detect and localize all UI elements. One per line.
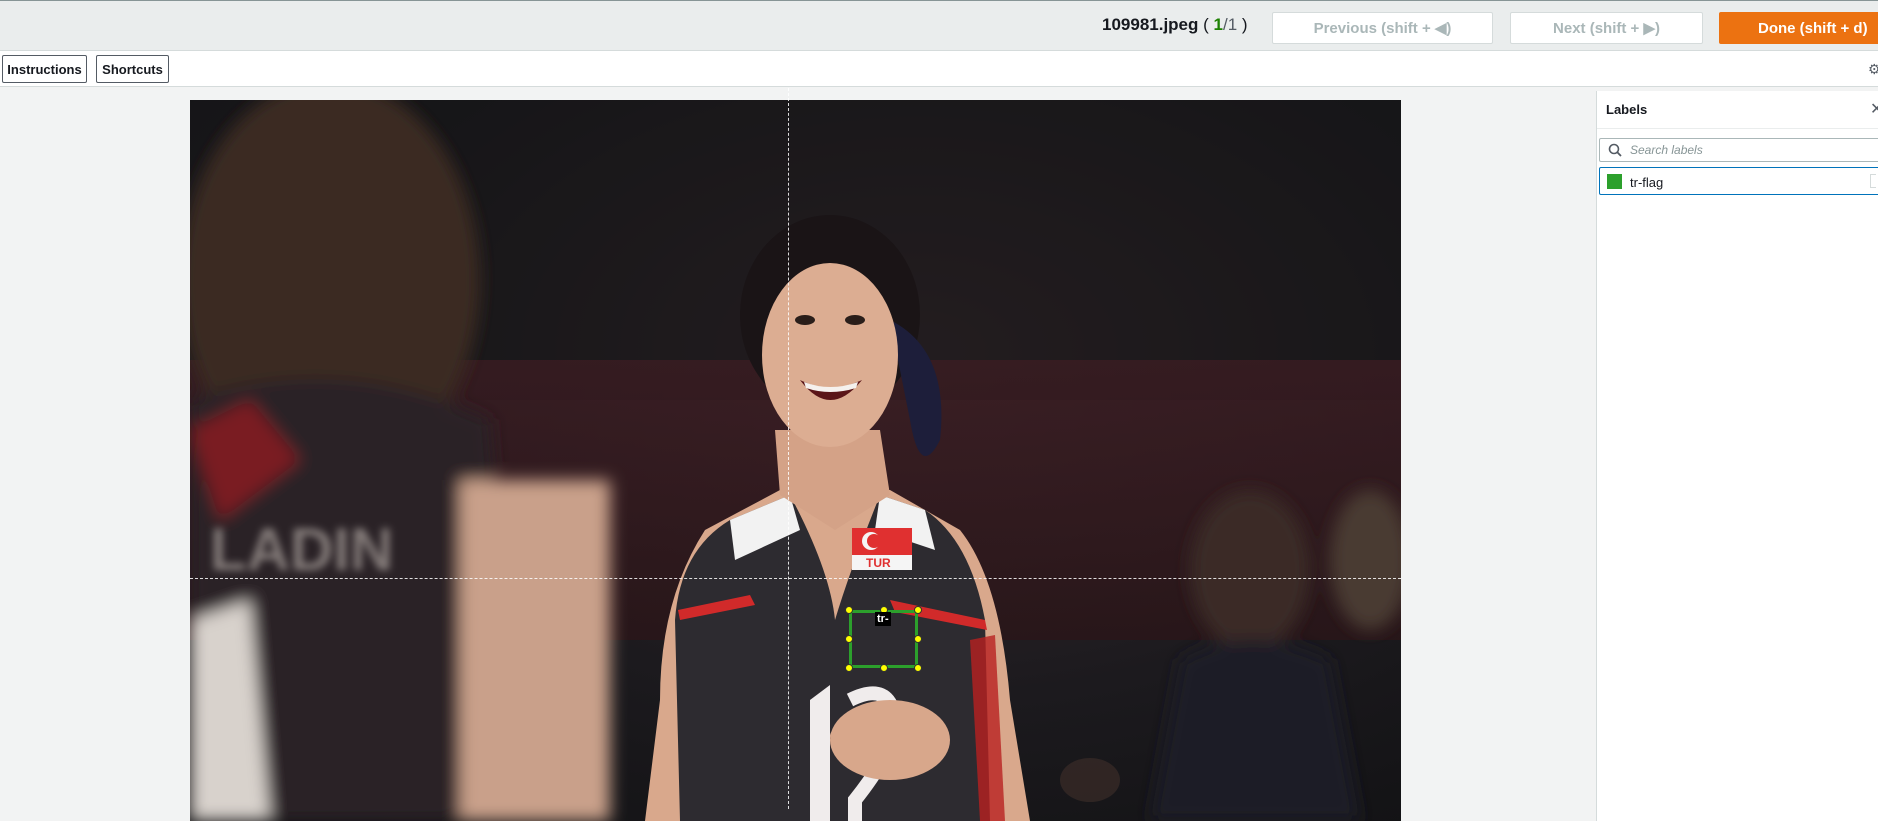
canvas-area[interactable]: LADIN TUR [0,88,1596,821]
file-info: 109981.jpeg ( 1/1 ) [1102,15,1248,35]
image-canvas[interactable]: LADIN TUR [190,100,1401,821]
counter-open: ( [1198,15,1214,34]
resize-handle-top-right[interactable] [914,606,922,614]
svg-text:TUR: TUR [866,556,891,570]
crosshair-horizontal [190,578,1401,579]
volleyball-player-photo: LADIN TUR [190,100,1401,821]
label-color-swatch [1607,174,1622,189]
counter-total: 1 [1227,15,1238,34]
settings-icon[interactable]: ⚙ [1868,61,1878,75]
labels-panel-title: Labels [1606,102,1648,117]
resize-handle-top-left[interactable] [845,606,853,614]
counter-close: ) [1237,15,1248,34]
search-labels-field[interactable] [1599,138,1878,162]
resize-handle-bottom[interactable] [880,664,888,672]
resize-handle-bottom-left[interactable] [845,664,853,672]
close-icon[interactable]: ✕ [1870,99,1878,119]
previous-button[interactable]: Previous (shift + ◀) [1272,12,1493,44]
panel-divider [1597,128,1878,129]
resize-handle-bottom-right[interactable] [914,664,922,672]
labels-panel: Labels ✕ tr-flag [1596,91,1878,821]
resize-handle-left[interactable] [845,635,853,643]
search-labels-input[interactable] [1630,141,1870,159]
label-name: tr-flag [1630,175,1664,190]
counter-current: 1 [1213,15,1223,34]
shortcuts-button[interactable]: Shortcuts [96,55,169,83]
crosshair-vertical [788,88,789,809]
resize-handle-right[interactable] [914,635,922,643]
filename: 109981.jpeg [1102,15,1199,34]
label-item-tr-flag[interactable]: tr-flag [1599,167,1878,195]
label-shortcut-key [1870,174,1876,188]
done-button[interactable]: Done (shift + d) [1719,12,1878,44]
next-button[interactable]: Next (shift + ▶) [1510,12,1703,44]
toolbar: Instructions Shortcuts ⚙ [0,51,1878,87]
top-bar: 109981.jpeg ( 1/1 ) Previous (shift + ◀)… [0,0,1878,51]
search-icon [1608,143,1622,157]
annotation-label-tag: tr- [875,612,891,626]
instructions-button[interactable]: Instructions [2,55,87,83]
svg-text:LADIN: LADIN [210,516,393,583]
